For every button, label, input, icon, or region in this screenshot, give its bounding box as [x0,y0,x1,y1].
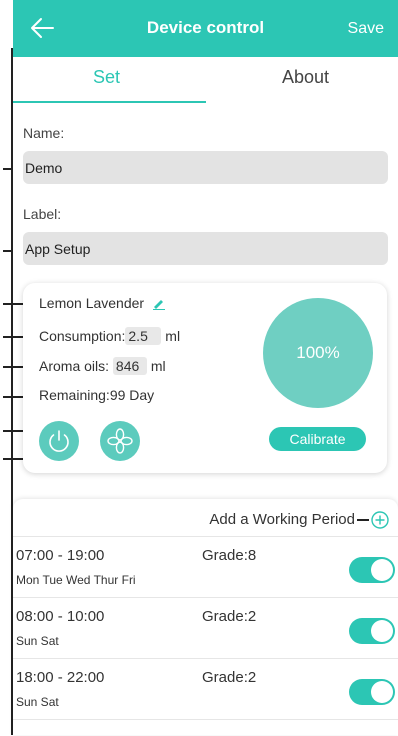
period-toggle[interactable] [349,557,395,583]
period-grade: Grade:8 [202,547,257,564]
name-label: Name: [23,125,65,141]
power-button[interactable] [39,421,79,461]
period-time: 08:00 - 10:00 [16,608,105,625]
save-button[interactable]: Save [348,20,384,38]
tab-about[interactable]: About [282,67,329,88]
aroma-label: Aroma oils: [39,358,110,374]
period-row[interactable]: 18:00 - 22:00 Sun Sat Grade:2 [13,658,398,719]
aroma-row: Aroma oils: 846 ml [39,357,166,375]
working-periods-card: Add a Working Period 07:00 - 19:00 Mon T… [13,499,398,735]
page-title: Device control [146,18,265,37]
calibrate-button[interactable]: Calibrate [269,427,366,451]
period-grade: Grade:2 [202,608,257,625]
period-toggle[interactable] [349,618,395,644]
add-working-period-button[interactable]: Add a Working Period [209,511,389,529]
consumption-unit: ml [165,328,181,344]
remaining-text: Remaining:99 Day [39,387,155,403]
oil-level-text: 100% [296,343,340,362]
power-icon [49,430,69,452]
name-field[interactable] [23,151,388,184]
edit-icon[interactable] [152,298,166,311]
aroma-input[interactable]: 846 [112,357,147,375]
add-working-period-label: Add a Working Period [209,511,355,528]
active-tab-indicator [13,101,206,103]
fan-button[interactable] [100,421,140,461]
plus-circle-icon [371,511,389,529]
period-time: 18:00 - 22:00 [16,669,105,686]
tab-bar: Set About [13,57,398,103]
consumption-label: Consumption: [39,328,126,344]
scent-name: Lemon Lavender [39,295,145,311]
period-grade: Grade:2 [202,669,257,686]
tab-set[interactable]: Set [93,67,120,88]
row-divider [13,719,398,736]
consumption-input[interactable]: 2.5 [125,327,162,345]
fan-icon [107,428,133,454]
dash-line [357,519,369,522]
toggle-knob [371,620,393,642]
guide-tick [3,168,13,170]
device-card: Lemon Lavender Consumption: 2.5 ml Aroma … [23,283,387,473]
label-field[interactable] [23,232,388,265]
oil-level-gauge: 100% [263,298,373,408]
app-header: Device control Save [13,0,398,57]
period-row[interactable]: 07:00 - 19:00 Mon Tue Wed Thur Fri Grade… [13,536,398,597]
consumption-row: Consumption: 2.5 ml [39,327,180,345]
scent-row: Lemon Lavender [39,295,166,311]
toggle-knob [371,681,393,703]
period-time: 07:00 - 19:00 [16,547,105,564]
label-label: Label: [23,206,62,222]
period-days: Sun Sat [16,634,59,648]
guide-tick [3,250,13,252]
period-days: Sun Sat [16,695,59,709]
aroma-unit: ml [150,358,166,374]
period-toggle[interactable] [349,679,395,705]
period-days: Mon Tue Wed Thur Fri [16,573,136,587]
period-row[interactable]: 08:00 - 10:00 Sun Sat Grade:2 [13,597,398,658]
toggle-knob [371,559,393,581]
